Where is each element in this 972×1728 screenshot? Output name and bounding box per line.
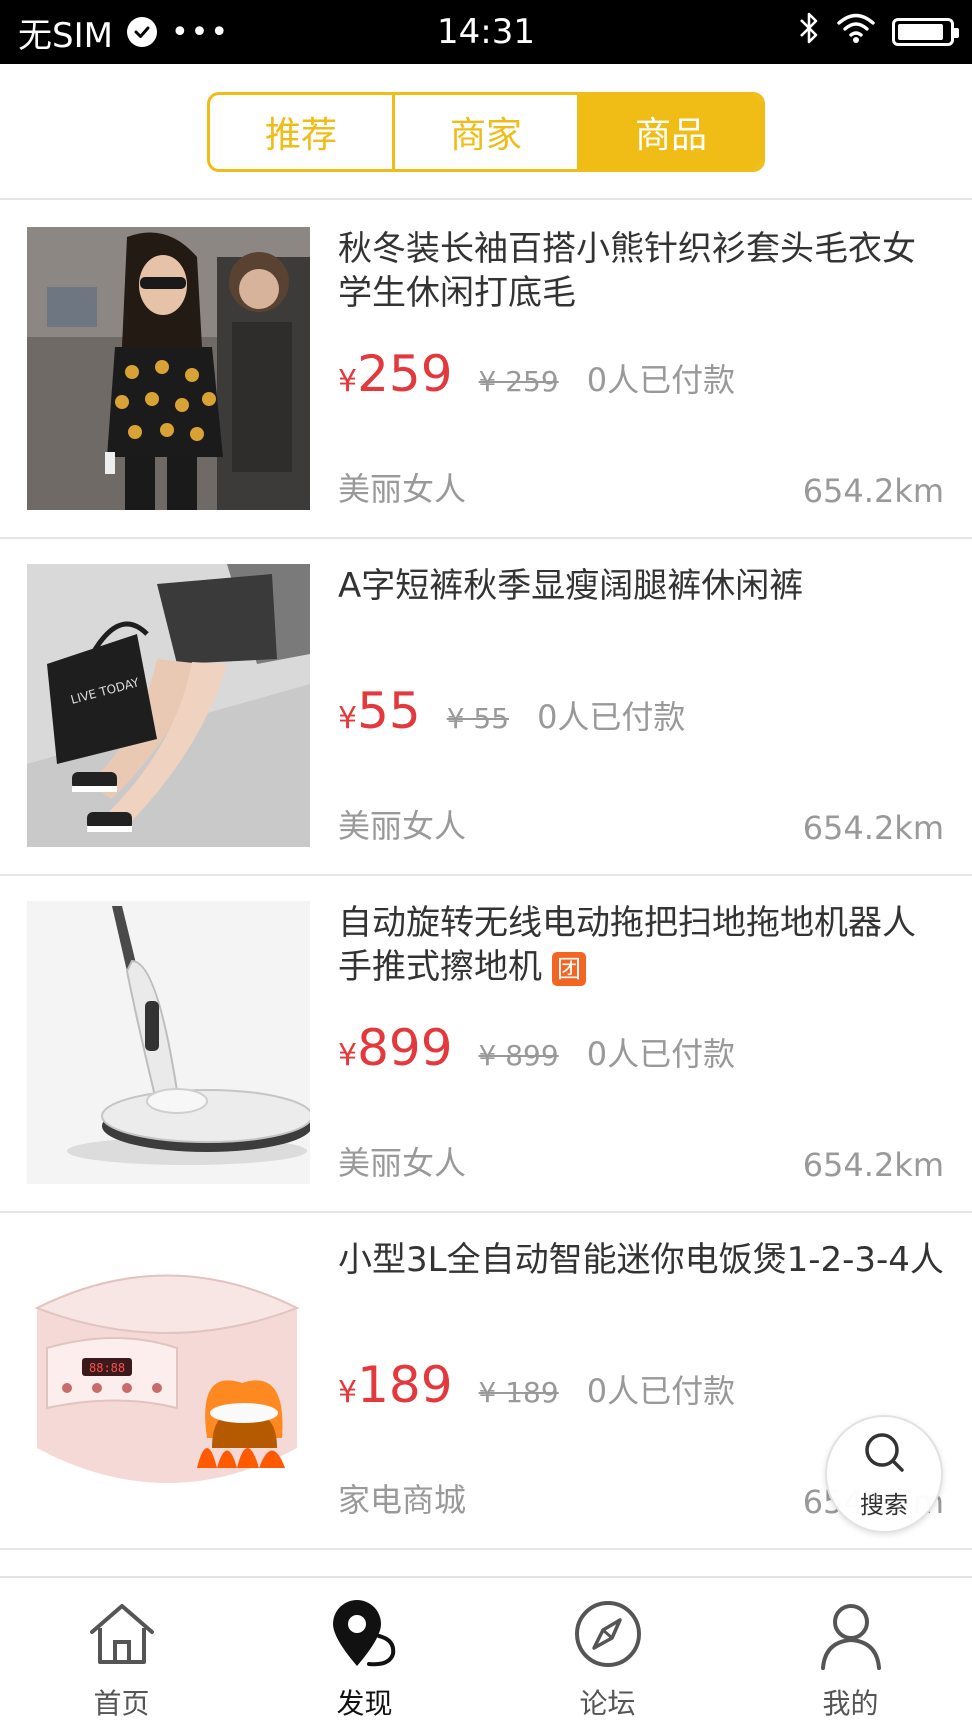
product-title-text: 自动旋转无线电动拖把扫地拖地机器人手推式擦地机 (338, 903, 916, 987)
tab-merchants[interactable]: 商家 (395, 95, 580, 169)
product-item[interactable]: 秋冬装长袖百搭小熊针织衫套头毛衣女学生休闲打底毛 ¥ 259 ¥ 259 0人已… (0, 202, 972, 539)
tab-products[interactable]: 商品 (580, 95, 762, 169)
nav-home-label: 首页 (93, 1687, 150, 1720)
product-title[interactable]: 秋冬装长袖百搭小熊针织衫套头毛衣女学生休闲打底毛 (338, 227, 944, 315)
nav-discover-label: 发现 (336, 1687, 393, 1720)
product-price: 189 (357, 1356, 453, 1414)
compass-icon (572, 1592, 644, 1676)
bluetooth-icon (798, 11, 820, 54)
price-row: ¥ 55 ¥ 55 0人已付款 (338, 682, 685, 740)
product-price: 899 (357, 1019, 453, 1077)
product-title-text: 秋冬装长袖百搭小熊针织衫套头毛衣女学生休闲打底毛 (338, 229, 916, 313)
nav-forum-label: 论坛 (579, 1687, 636, 1720)
original-price: ¥ 899 (478, 1039, 559, 1072)
price-row: ¥ 189 ¥ 189 0人已付款 (338, 1356, 735, 1414)
distance: 654.2km (802, 1146, 944, 1184)
battery-level (898, 24, 943, 40)
status-time: 14:31 (437, 12, 535, 52)
svg-text:88:88: 88:88 (89, 1361, 125, 1375)
product-title[interactable]: 小型3L全自动智能迷你电饭煲1-2-3-4人 (338, 1238, 944, 1282)
product-title-text: A字短裤秋季显瘦阔腿裤休闲裤 (338, 566, 804, 606)
person-icon (815, 1592, 887, 1676)
nav-home[interactable]: 首页 (0, 1578, 243, 1728)
sold-count: 0人已付款 (586, 1372, 736, 1410)
floating-search-button[interactable]: 搜索 (825, 1415, 943, 1533)
price-row: ¥ 899 ¥ 899 0人已付款 (338, 1019, 735, 1077)
wifi-icon (836, 12, 876, 53)
product-image-shorts[interactable]: LIVE TODAY (27, 564, 310, 847)
shop-name[interactable]: 美丽女人 (338, 801, 466, 847)
product-price: 259 (357, 345, 453, 403)
carrier-label: 无SIM (18, 15, 113, 56)
product-image-mop[interactable] (27, 901, 310, 1184)
product-item[interactable]: 88:88 小型3L全自动智能迷你电饭煲1-2-3-4人 ¥ 189 ¥ 189… (0, 1213, 972, 1550)
search-icon (860, 1429, 908, 1481)
location-pin-icon (327, 1592, 403, 1676)
product-title[interactable]: 自动旋转无线电动拖把扫地拖地机器人手推式擦地机团 (338, 901, 944, 989)
product-title-text: 小型3L全自动智能迷你电饭煲1-2-3-4人 (338, 1240, 944, 1280)
product-item[interactable]: LIVE TODAY A字短裤秋季显瘦阔腿裤休闲裤 ¥ 55 ¥ 55 0人已付… (0, 539, 972, 876)
floating-search-label: 搜索 (860, 1490, 908, 1519)
home-icon (86, 1592, 158, 1676)
original-price: ¥ 259 (478, 365, 559, 398)
nav-forum[interactable]: 论坛 (486, 1578, 729, 1728)
battery-icon (892, 18, 959, 46)
shop-name[interactable]: 美丽女人 (338, 464, 466, 510)
product-image-rice-cooker[interactable]: 88:88 (27, 1238, 310, 1521)
group-buy-badge: 团 (552, 951, 586, 986)
segmented-control: 推荐 商家 商品 (207, 92, 765, 172)
distance: 654.2km (802, 809, 944, 847)
price-currency: ¥ (338, 701, 358, 736)
shop-name[interactable]: 美丽女人 (338, 1138, 466, 1184)
product-item[interactable]: 自动旋转无线电动拖把扫地拖地机器人手推式擦地机团 ¥ 899 ¥ 899 0人已… (0, 876, 972, 1213)
distance: 654.2km (802, 472, 944, 510)
product-title[interactable]: A字短裤秋季显瘦阔腿裤休闲裤 (338, 564, 944, 608)
original-price: ¥ 189 (478, 1376, 559, 1409)
price-currency: ¥ (338, 1375, 358, 1410)
status-bar: 无SIM ••• 14:31 (0, 0, 972, 64)
nav-profile[interactable]: 我的 (729, 1578, 972, 1728)
tab-recommend[interactable]: 推荐 (210, 95, 395, 169)
product-info: A字短裤秋季显瘦阔腿裤休闲裤 ¥ 55 ¥ 55 0人已付款 美丽女人 654.… (338, 564, 944, 847)
shop-name[interactable]: 家电商城 (338, 1475, 466, 1521)
more-dots-icon: ••• (170, 14, 231, 50)
bottom-nav: 首页 发现 论坛 我的 (0, 1576, 972, 1728)
price-row: ¥ 259 ¥ 259 0人已付款 (338, 345, 735, 403)
product-info: 秋冬装长袖百搭小熊针织衫套头毛衣女学生休闲打底毛 ¥ 259 ¥ 259 0人已… (338, 227, 944, 510)
sold-count: 0人已付款 (586, 361, 736, 399)
nav-profile-label: 我的 (822, 1687, 879, 1720)
product-price: 55 (357, 682, 421, 740)
product-image-sweater[interactable] (27, 227, 310, 510)
original-price: ¥ 55 (446, 702, 510, 735)
price-currency: ¥ (338, 364, 358, 399)
check-icon (126, 17, 157, 47)
price-currency: ¥ (338, 1038, 358, 1073)
tabs-bar: 推荐 商家 商品 (0, 64, 972, 200)
sold-count: 0人已付款 (537, 698, 686, 736)
nav-discover[interactable]: 发现 (243, 1578, 486, 1728)
product-list: 秋冬装长袖百搭小熊针织衫套头毛衣女学生休闲打底毛 ¥ 259 ¥ 259 0人已… (0, 202, 972, 1550)
sold-count: 0人已付款 (586, 1035, 736, 1073)
product-info: 自动旋转无线电动拖把扫地拖地机器人手推式擦地机团 ¥ 899 ¥ 899 0人已… (338, 901, 944, 1184)
